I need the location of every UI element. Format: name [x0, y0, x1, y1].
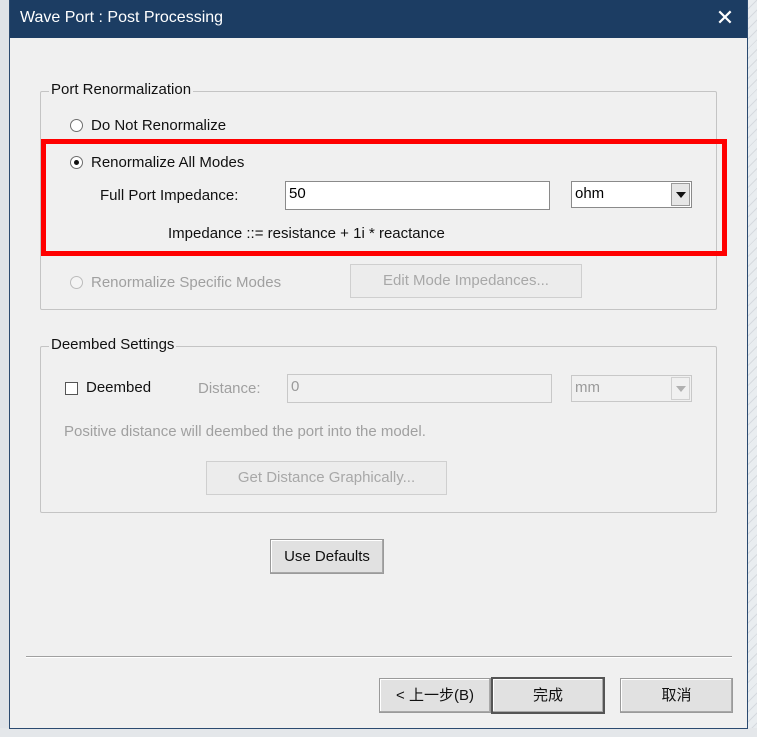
use-defaults-button[interactable]: Use Defaults: [270, 539, 384, 574]
renormalize-specific-modes-radio[interactable]: [70, 276, 83, 289]
finish-button[interactable]: 完成: [491, 677, 605, 714]
title-bar[interactable]: Wave Port : Post Processing ✕: [10, 0, 747, 38]
port-renormalization-legend: Port Renormalization: [49, 81, 194, 98]
wave-port-dialog: Wave Port : Post Processing ✕ Port Renor…: [9, 0, 748, 729]
distance-unit-value: mm: [575, 379, 600, 396]
background-desktop-strip: [748, 0, 757, 737]
distance-label: Distance:: [198, 380, 261, 397]
distance-input[interactable]: 0: [287, 374, 552, 403]
do-not-renormalize-label[interactable]: Do Not Renormalize: [91, 117, 226, 134]
deembed-settings-legend: Deembed Settings: [49, 336, 177, 353]
background-desktop-bottom: [0, 728, 757, 737]
footer-separator: [26, 656, 732, 658]
distance-value: 0: [291, 378, 300, 395]
back-button[interactable]: < 上一步(B): [379, 678, 491, 713]
distance-unit-select[interactable]: mm: [571, 375, 692, 402]
renormalize-specific-modes-label[interactable]: Renormalize Specific Modes: [91, 274, 281, 291]
close-icon[interactable]: ✕: [703, 0, 747, 38]
deembed-checkbox[interactable]: [65, 382, 78, 395]
get-distance-graphically-button[interactable]: Get Distance Graphically...: [206, 461, 447, 495]
window-title: Wave Port : Post Processing: [20, 9, 224, 26]
red-highlight-annotation: [41, 139, 727, 256]
deembed-label[interactable]: Deembed: [86, 379, 151, 396]
cancel-button[interactable]: 取消: [620, 678, 733, 713]
chevron-down-icon[interactable]: [671, 377, 690, 400]
deembed-note-text: Positive distance will deembed the port …: [64, 423, 426, 440]
do-not-renormalize-radio[interactable]: [70, 119, 83, 132]
edit-mode-impedances-button[interactable]: Edit Mode Impedances...: [350, 264, 582, 298]
